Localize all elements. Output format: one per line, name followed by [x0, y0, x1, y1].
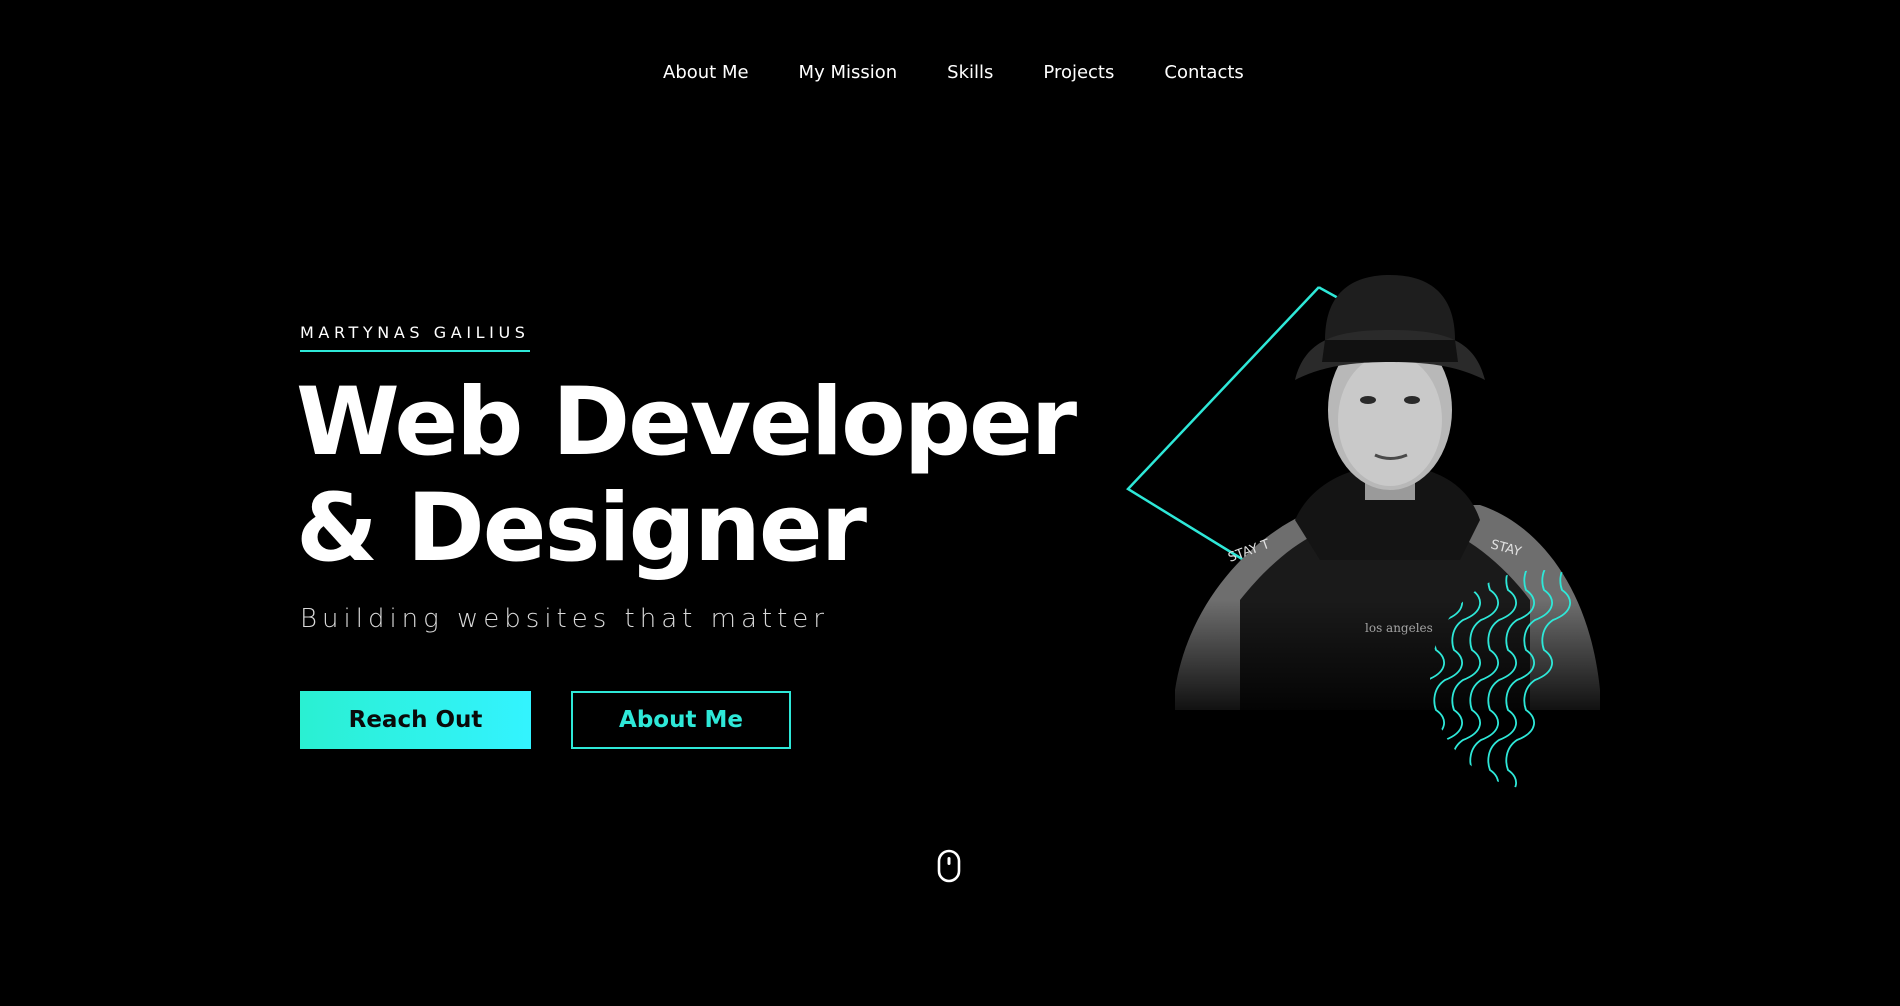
nav-item-contacts[interactable]: Contacts [1164, 62, 1243, 83]
nav-item-about-me[interactable]: About Me [663, 62, 749, 83]
hero-headline-line-1: Web Developer [296, 368, 1077, 477]
mouse-scroll-icon[interactable] [937, 849, 961, 883]
nav-links: About Me My Mission Skills Projects Cont… [663, 62, 1244, 83]
hero-eyebrow-name: MARTYNAS GAILIUS [300, 323, 530, 352]
reach-out-button[interactable]: Reach Out [300, 691, 531, 749]
hero-portrait-art: STAY T STAY los angeles [1126, 275, 1620, 790]
nav-item-my-mission[interactable]: My Mission [799, 62, 898, 83]
nav-item-skills[interactable]: Skills [947, 62, 993, 83]
nav-item-projects[interactable]: Projects [1043, 62, 1114, 83]
hero-tagline: Building websites that matter [300, 604, 829, 634]
about-me-button[interactable]: About Me [571, 691, 791, 749]
portrait-photo: STAY T STAY los angeles [1160, 275, 1620, 730]
hero-headline-line-2: & Designer [296, 474, 867, 583]
hero-headline: Web Developer & Designer [296, 368, 1077, 583]
page: About Me My Mission Skills Projects Cont… [0, 0, 1900, 1006]
